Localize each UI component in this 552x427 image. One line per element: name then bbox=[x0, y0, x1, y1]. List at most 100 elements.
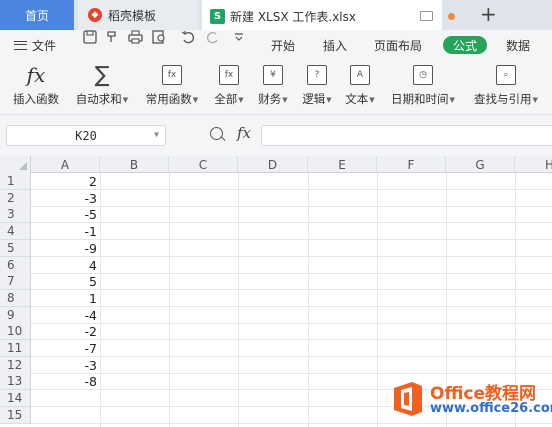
table-row[interactable] bbox=[31, 290, 552, 307]
daoke-logo-icon: ◆ bbox=[88, 8, 102, 22]
row-header[interactable]: 13 bbox=[0, 373, 31, 391]
table-row[interactable] bbox=[31, 307, 552, 324]
cell-a8[interactable]: 1 bbox=[31, 290, 100, 307]
datetime-icon: ◷ bbox=[413, 60, 433, 90]
column-header-a[interactable]: A bbox=[31, 156, 100, 173]
screen-icon[interactable] bbox=[420, 11, 433, 21]
cell-a11[interactable]: -7 bbox=[31, 340, 100, 357]
table-row[interactable] bbox=[31, 190, 552, 207]
row-header[interactable]: 15 bbox=[0, 406, 31, 424]
fx-icon[interactable]: fx bbox=[237, 124, 251, 142]
menu-bar: 文件 开始 插入 页面布局 公式 数据 bbox=[0, 30, 552, 60]
cell-a15[interactable] bbox=[31, 407, 100, 424]
row-header[interactable]: 2 bbox=[0, 189, 31, 207]
menu-formulas[interactable]: 公式 bbox=[443, 36, 487, 54]
customize-toolbar-icon[interactable] bbox=[231, 30, 246, 44]
menu-home[interactable]: 开始 bbox=[271, 30, 295, 60]
office-logo-icon bbox=[394, 382, 422, 416]
name-box[interactable]: K20 ▼ bbox=[6, 125, 166, 146]
cell-a14[interactable] bbox=[31, 390, 100, 407]
column-header-f[interactable]: F bbox=[377, 156, 446, 173]
lookup-icon: ⌕ bbox=[496, 60, 516, 90]
row-header[interactable]: 12 bbox=[0, 356, 31, 374]
autosum-button[interactable]: ∑ 自动求和▼ bbox=[72, 60, 132, 115]
all-functions-button[interactable]: fx 全部▼ bbox=[210, 60, 248, 115]
row-header[interactable]: 4 bbox=[0, 223, 31, 241]
new-tab-button[interactable]: + bbox=[480, 2, 497, 26]
undo-icon[interactable] bbox=[180, 30, 195, 44]
print-preview-icon[interactable] bbox=[152, 30, 167, 44]
table-row[interactable] bbox=[31, 206, 552, 224]
row-header[interactable]: 11 bbox=[0, 340, 31, 357]
select-all-corner[interactable] bbox=[0, 156, 31, 173]
lookup-reference-label: 查找与引用 bbox=[474, 92, 532, 106]
cell-a3[interactable]: -5 bbox=[31, 206, 100, 223]
tab-bar: 首页 ◆ 稻壳模板 S 新建 XLSX 工作表.xlsx + bbox=[0, 0, 552, 30]
all-functions-label: 全部 bbox=[214, 92, 238, 106]
table-row[interactable] bbox=[31, 357, 552, 374]
column-header-d[interactable]: D bbox=[238, 156, 308, 173]
cell-a10[interactable]: -2 bbox=[31, 323, 100, 340]
redo-icon[interactable] bbox=[205, 30, 220, 44]
row-header[interactable]: 3 bbox=[0, 206, 31, 224]
menu-insert[interactable]: 插入 bbox=[323, 30, 347, 60]
menu-data[interactable]: 数据 bbox=[506, 30, 530, 60]
chevron-down-icon[interactable]: ▼ bbox=[154, 130, 159, 139]
row-header[interactable]: 5 bbox=[0, 239, 31, 257]
common-functions-button[interactable]: fx 常用函数▼ bbox=[140, 60, 204, 115]
table-row[interactable] bbox=[31, 173, 552, 190]
tab-document[interactable]: S 新建 XLSX 工作表.xlsx bbox=[202, 0, 455, 30]
row-header[interactable]: 8 bbox=[0, 289, 31, 307]
column-header-b[interactable]: B bbox=[100, 156, 169, 173]
logic-button[interactable]: ? 逻辑▼ bbox=[297, 60, 337, 115]
format-painter-icon[interactable] bbox=[104, 30, 119, 44]
column-header-h[interactable]: H bbox=[515, 156, 552, 173]
cell-a12[interactable]: -3 bbox=[31, 357, 100, 374]
menu-page-layout[interactable]: 页面布局 bbox=[374, 30, 422, 60]
cell-a13[interactable]: -8 bbox=[31, 373, 100, 390]
print-icon[interactable] bbox=[128, 30, 143, 44]
cell-a5[interactable]: -9 bbox=[31, 240, 100, 257]
column-header-g[interactable]: G bbox=[446, 156, 515, 173]
cell-a4[interactable]: -1 bbox=[31, 223, 100, 240]
row-header[interactable]: 1 bbox=[0, 173, 31, 190]
save-icon[interactable] bbox=[82, 30, 97, 44]
insert-function-label: 插入函数 bbox=[13, 92, 59, 106]
insert-function-button[interactable]: fx 插入函数 bbox=[8, 60, 64, 115]
row-header[interactable]: 7 bbox=[0, 273, 31, 291]
formula-input[interactable] bbox=[261, 125, 552, 146]
cell-a1[interactable]: 2 bbox=[31, 173, 100, 190]
tab-daoke-label: 稻壳模板 bbox=[108, 8, 157, 23]
formulas-ribbon: fx 插入函数 ∑ 自动求和▼ fx 常用函数▼ fx 全部▼ ¥ 财务▼ ? … bbox=[0, 60, 552, 115]
tab-home[interactable]: 首页 bbox=[0, 0, 74, 30]
tab-daoke-templates[interactable]: ◆ 稻壳模板 bbox=[78, 0, 198, 30]
fx-icon: fx bbox=[26, 63, 46, 87]
datetime-label: 日期和时间 bbox=[391, 92, 449, 106]
row-header[interactable]: 14 bbox=[0, 390, 31, 408]
column-header-e[interactable]: E bbox=[308, 156, 377, 173]
row-header[interactable]: 9 bbox=[0, 306, 31, 324]
cell-a7[interactable]: 5 bbox=[31, 273, 100, 290]
table-row[interactable] bbox=[31, 340, 552, 357]
table-row[interactable] bbox=[31, 240, 552, 257]
cell-a9[interactable]: -4 bbox=[31, 307, 100, 324]
cell-a6[interactable]: 4 bbox=[31, 257, 100, 274]
finance-label: 财务 bbox=[258, 92, 282, 106]
finance-button[interactable]: ¥ 财务▼ bbox=[253, 60, 293, 115]
column-header-c[interactable]: C bbox=[169, 156, 238, 173]
table-row[interactable] bbox=[31, 257, 552, 274]
zoom-icon[interactable] bbox=[210, 127, 223, 140]
row-header[interactable]: 6 bbox=[0, 256, 31, 274]
cell-a2[interactable]: -3 bbox=[31, 190, 100, 207]
row-header[interactable]: 10 bbox=[0, 323, 31, 341]
datetime-button[interactable]: ◷ 日期和时间▼ bbox=[385, 60, 461, 115]
lookup-reference-button[interactable]: ⌕ 查找与引用▼ bbox=[466, 60, 546, 115]
text-functions-button[interactable]: A 文本▼ bbox=[340, 60, 380, 115]
file-menu[interactable]: 文件 bbox=[14, 30, 56, 60]
common-functions-icon: fx bbox=[162, 60, 182, 90]
table-row[interactable] bbox=[31, 273, 552, 291]
logic-label: 逻辑 bbox=[302, 92, 326, 106]
name-box-value: K20 bbox=[75, 128, 97, 143]
table-row[interactable] bbox=[31, 223, 552, 241]
table-row[interactable] bbox=[31, 323, 552, 341]
